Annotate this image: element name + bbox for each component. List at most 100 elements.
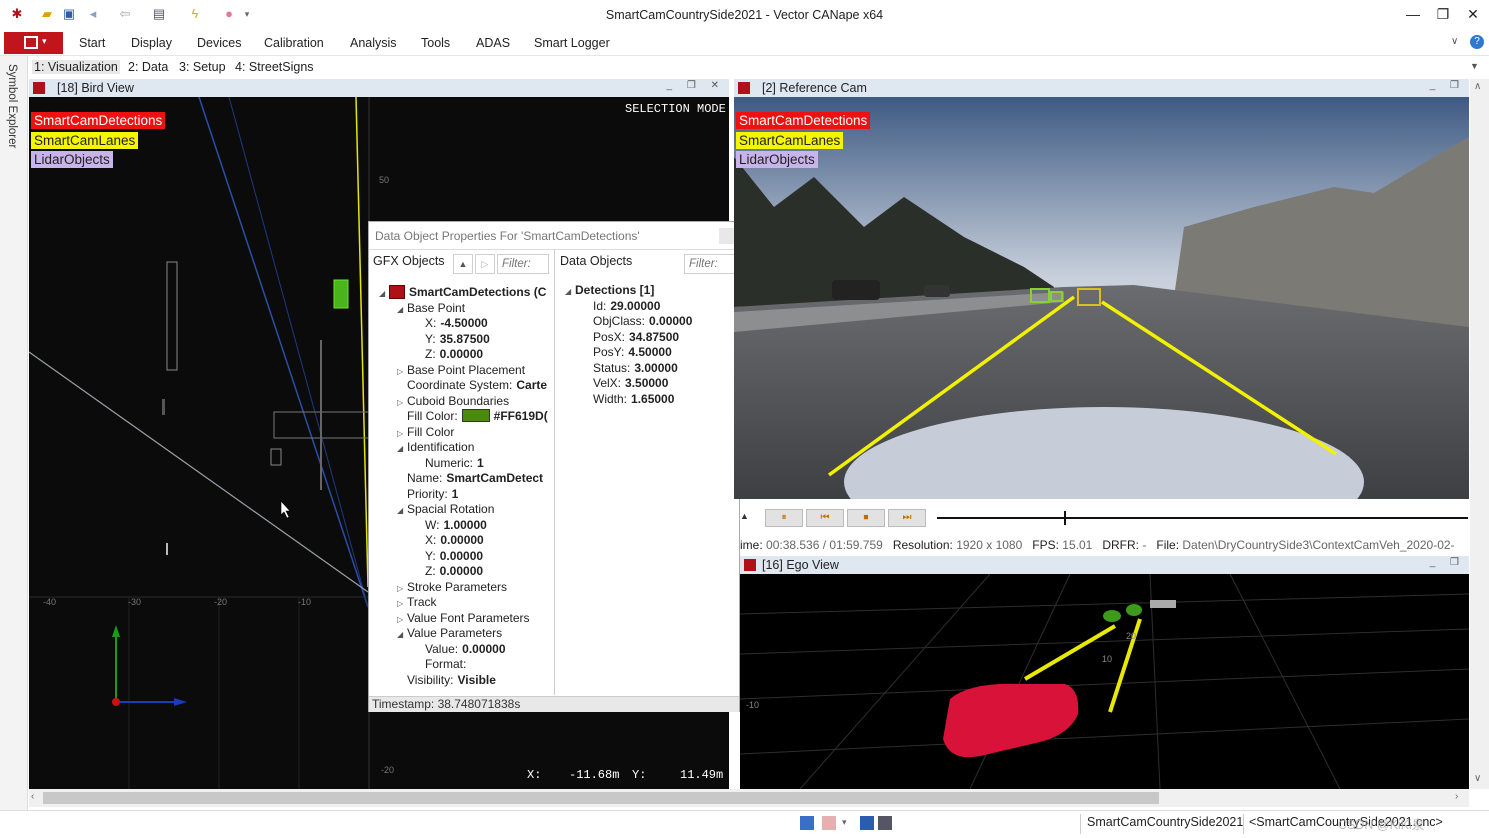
tree-row[interactable]: ▷ Track [397,595,437,611]
tree-row[interactable]: ▷ Cuboid Boundaries [397,394,509,410]
fill-color-swatch[interactable] [461,409,490,422]
pause-button[interactable]: ⏸ [765,509,803,527]
tree-row[interactable]: ▷ Stroke Parameters [397,580,507,596]
tree-row[interactable]: ▷ Value Font Parameters [397,611,530,627]
reference-cam-header[interactable]: [2] Reference Cam _ ❐ [734,79,1469,97]
collapsed-arrow-icon[interactable]: ▷ [397,398,407,407]
lidar-object[interactable] [166,261,178,371]
collapsed-arrow-icon[interactable]: ▷ [397,615,407,624]
tree-row[interactable]: Z: 0.00000 [415,347,483,363]
tree-row[interactable]: Visibility: Visible [397,673,496,689]
menu-display[interactable]: Display [131,36,172,50]
expanded-arrow-icon[interactable]: ◢ [397,506,407,515]
expanded-arrow-icon[interactable]: ◢ [397,630,407,639]
data-object-properties-dialog[interactable]: Data Object Properties For 'SmartCamDete… [368,221,740,712]
bird-view-window-buttons[interactable]: _ ❐ ✕ [667,80,725,91]
menu-calibration[interactable]: Calibration [264,36,324,50]
tree-row[interactable]: X: -4.50000 [415,316,488,332]
scroll-down-icon[interactable]: ∨ [1474,773,1481,784]
tree-row[interactable]: ◢ Spacial Rotation [397,502,494,518]
legend-lidar-objects[interactable]: LidarObjects [31,151,113,168]
tab-setup[interactable]: 3: Setup [177,60,228,74]
step-forward-button[interactable]: ⏭ [888,509,926,527]
ego-view-header[interactable]: [16] Ego View _ ❐ [740,556,1469,574]
scrollbar-thumb[interactable] [43,792,1159,804]
close-button[interactable]: ✕ [1458,4,1488,24]
expanded-arrow-icon[interactable]: ◢ [397,444,407,453]
expand-right-icon[interactable]: ▷ [475,254,495,274]
expanded-arrow-icon[interactable]: ◢ [565,287,575,296]
legend-smartcam-lanes[interactable]: SmartCamLanes [736,132,844,149]
vertical-scrollbar[interactable]: ∧ ∨ [1470,79,1489,789]
collapsed-arrow-icon[interactable]: ▷ [397,584,407,593]
collapse-up-icon[interactable]: ▲ [453,254,473,274]
tree-row[interactable]: ◢ Detections [1] [565,283,654,299]
legend-lidar-objects[interactable]: LidarObjects [736,151,818,168]
collapsed-arrow-icon[interactable]: ▷ [397,367,407,376]
tree-row[interactable]: Name: SmartCamDetect [397,471,543,487]
menu-analysis[interactable]: Analysis [350,36,397,50]
expanded-arrow-icon[interactable]: ◢ [397,305,407,314]
tree-row[interactable]: Y: 35.87500 [415,332,490,348]
tree-row[interactable]: Coordinate System: Carte [397,378,547,394]
tree-row[interactable]: Priority: 1 [397,487,458,503]
horizontal-scrollbar[interactable]: ‹ › [29,789,1469,807]
collapse-player-icon[interactable]: ▲ [740,511,749,521]
tree-row[interactable]: Width: 1.65000 [583,392,674,408]
tabs-overflow-icon[interactable]: ▼ [1470,61,1479,71]
bird-view-header[interactable]: [18] Bird View _ ❐ ✕ [29,79,729,97]
menu-tools[interactable]: Tools [421,36,450,50]
step-back-button[interactable]: ⏮ [806,509,844,527]
tab-data[interactable]: 2: Data [126,60,170,74]
tree-row[interactable]: X: 0.00000 [415,533,484,549]
tree-row[interactable]: PosY: 4.50000 [583,345,672,361]
reference-cam-window-buttons[interactable]: _ ❐ [1430,80,1465,91]
menu-adas[interactable]: ADAS [476,36,510,50]
tree-row[interactable]: Y: 0.00000 [415,549,483,565]
collapsed-arrow-icon[interactable]: ▷ [397,429,407,438]
tree-row[interactable]: ◢ Identification [397,440,474,456]
legend-smartcam-detections[interactable]: SmartCamDetections [736,112,871,129]
tree-row[interactable]: Value: 0.00000 [415,642,506,658]
scroll-right-icon[interactable]: › [1455,791,1458,802]
symbol-explorer-label[interactable]: Symbol Explorer [6,64,18,148]
tree-row[interactable]: ◢ SmartCamDetections (C [379,285,546,301]
symbol-explorer-panel[interactable]: Symbol Explorer [0,56,28,810]
data-objects-tree[interactable]: ◢ Detections [1] Id: 29.00000 ObjClass: 0.000… [555,283,739,483]
legend-smartcam-detections[interactable]: SmartCamDetections [31,112,166,129]
ego-view-canvas[interactable]: 20 10 -10 [740,574,1469,789]
tree-row[interactable]: Id: 29.00000 [583,299,660,315]
playback-slider-handle[interactable] [1064,511,1067,525]
chevron-down-icon[interactable]: ▾ [842,817,847,828]
gfx-filter-input[interactable] [497,254,549,274]
menu-smart-logger[interactable]: Smart Logger [534,36,610,50]
tree-row[interactable]: ◢ Value Parameters [397,626,502,642]
scroll-left-icon[interactable]: ‹ [31,791,34,802]
help-icon[interactable]: ? [1470,35,1484,49]
tree-row[interactable]: Status: 3.00000 [583,361,678,377]
detected-object[interactable] [1126,604,1142,616]
tree-row[interactable]: ◢ Base Point [397,301,465,317]
measurement-icon[interactable] [800,816,814,830]
file-menu-button[interactable]: ▾ [4,32,63,54]
smartcam-detection[interactable] [333,279,349,309]
menu-devices[interactable]: Devices [197,36,241,50]
expanded-arrow-icon[interactable]: ◢ [379,289,389,298]
tree-row[interactable]: W: 1.00000 [415,518,487,534]
tree-row[interactable]: ▷ Base Point Placement [397,363,525,379]
save-all-icon[interactable] [878,816,892,830]
tree-row[interactable]: ▷ Fill Color [397,425,454,441]
tree-row[interactable]: Format: [415,657,466,673]
tree-row[interactable]: Fill Color: #FF619D( [397,409,548,425]
data-filter-input[interactable] [684,254,736,274]
collapsed-arrow-icon[interactable]: ▷ [397,599,407,608]
stop-button[interactable]: ⏹ [847,509,885,527]
playback-track[interactable] [937,517,1468,519]
detected-object[interactable] [1103,610,1121,622]
reference-cam-video[interactable]: SmartCamDetections SmartCamLanes LidarOb… [734,97,1469,499]
restore-button[interactable]: ❐ [1428,4,1458,24]
minimize-button[interactable]: — [1398,4,1428,24]
tree-row[interactable]: VelX: 3.50000 [583,376,668,392]
tab-streetsigns[interactable]: 4: StreetSigns [233,60,316,74]
ego-view-window-buttons[interactable]: _ ❐ [1430,557,1465,568]
